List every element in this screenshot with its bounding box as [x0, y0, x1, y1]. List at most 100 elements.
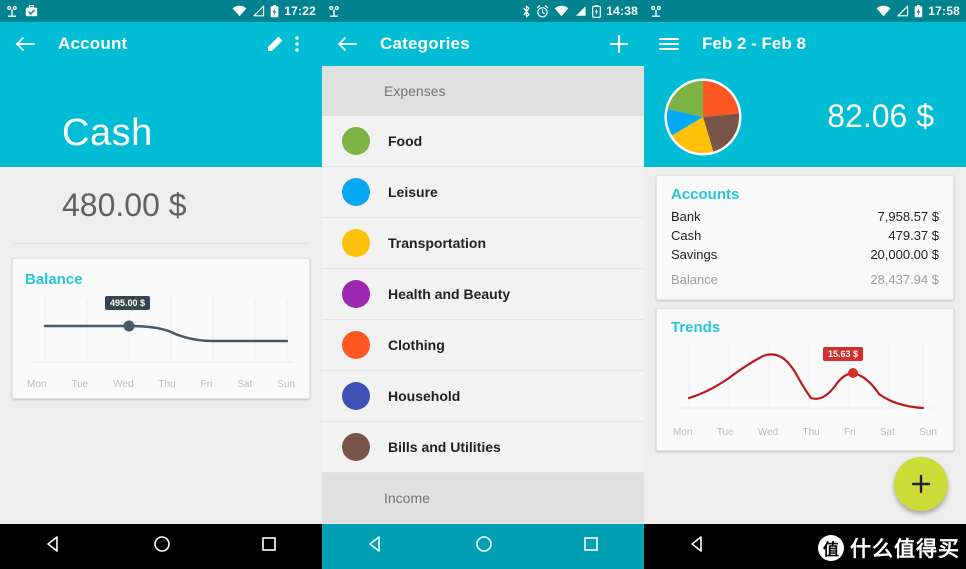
- back-arrow-icon[interactable]: [14, 33, 36, 55]
- account-row-name: Cash: [671, 228, 702, 243]
- battery-charging-icon: [592, 4, 602, 18]
- android-nav-bar: 值 什么值得买: [644, 524, 966, 569]
- page-title: Account: [58, 34, 128, 53]
- wifi-icon: [232, 5, 247, 17]
- app-bar: Account: [0, 22, 322, 66]
- accounts-card[interactable]: Accounts Bank 7,958.57 $ Cash 479.37 $ S…: [656, 175, 954, 300]
- add-transaction-fab[interactable]: [894, 457, 948, 511]
- list-item[interactable]: Food: [322, 116, 644, 167]
- list-item[interactable]: Transportation: [322, 218, 644, 269]
- status-bar-right-icons: 14:38: [522, 4, 638, 18]
- app-bar: Feb 2 - Feb 8: [644, 22, 966, 66]
- section-header-label: Expenses: [384, 83, 446, 99]
- circle-home-icon[interactable]: [153, 535, 171, 558]
- wifi-icon: [554, 5, 569, 17]
- square-recents-icon[interactable]: [261, 536, 277, 557]
- owl-app-icon: [7, 5, 17, 17]
- list-item[interactable]: Leisure: [322, 167, 644, 218]
- x-label-mon: Mon: [673, 427, 693, 438]
- account-row-value: 479.37 $: [888, 228, 939, 243]
- category-color-dot: [342, 382, 370, 410]
- square-recents-icon[interactable]: [583, 536, 599, 557]
- list-item[interactable]: Household: [322, 371, 644, 422]
- category-label: Transportation: [388, 235, 487, 251]
- back-arrow-icon[interactable]: [336, 33, 358, 55]
- category-label: Clothing: [388, 337, 445, 353]
- site-watermark: 值 什么值得买: [818, 533, 960, 563]
- account-row-value: 7,958.57 $: [877, 209, 939, 224]
- balance-chart[interactable]: 495.00 $: [25, 292, 297, 375]
- balance-chart-x-labels: Mon Tue Wed Thu Fri Sat Sun: [25, 375, 297, 392]
- more-vert-icon[interactable]: [286, 33, 308, 55]
- triangle-back-icon[interactable]: [367, 535, 385, 558]
- account-row: Savings 20,000.00 $: [671, 245, 939, 264]
- wifi-icon: [876, 5, 891, 17]
- trends-chart-tooltip: 15.63 $: [823, 347, 864, 361]
- section-header-label: Income: [384, 490, 430, 506]
- overview-summary: 82.06 $: [644, 66, 966, 167]
- status-bar-clock: 17:58: [928, 4, 960, 18]
- status-bar-left-icons: [6, 5, 38, 18]
- accounts-balance-row: Balance 28,437.94 $: [671, 264, 939, 289]
- trends-card[interactable]: Trends 15.63 $ Mon Tue Wed Thu Fri Sat S…: [656, 308, 954, 451]
- trends-chart-x-labels: Mon Tue Wed Thu Fri Sat Sun: [671, 423, 939, 440]
- triangle-back-icon[interactable]: [45, 535, 63, 558]
- category-color-dot: [342, 331, 370, 359]
- screenshot-triptych: 17:22 Account Cash 480.00 $ Balance 495.…: [0, 0, 966, 569]
- accounts-balance-label: Balance: [671, 272, 718, 287]
- alarm-icon: [537, 4, 549, 18]
- category-color-dot: [342, 178, 370, 206]
- hamburger-menu-icon[interactable]: [658, 33, 680, 55]
- watermark-text: 什么值得买: [850, 537, 960, 561]
- trends-chart-point[interactable]: [848, 368, 858, 378]
- accounts-balance-value: 28,437.94 $: [870, 272, 939, 287]
- status-bar: 17:22: [0, 0, 322, 22]
- list-item[interactable]: Health and Beauty: [322, 269, 644, 320]
- screen-overview: 17:58 Feb 2 - Feb 8 82.06 $ Accounts Ban…: [644, 0, 966, 569]
- status-bar-left-icons: [328, 5, 340, 18]
- balance-chart-point[interactable]: [123, 320, 135, 332]
- category-color-dot: [342, 127, 370, 155]
- category-label: Bills and Utilities: [388, 439, 501, 455]
- section-header-expenses: Expenses: [322, 66, 644, 116]
- pencil-icon[interactable]: [264, 33, 286, 55]
- list-item[interactable]: Bills and Utilities: [322, 422, 644, 473]
- x-label-tue: Tue: [71, 379, 89, 390]
- account-name: Cash: [62, 112, 153, 154]
- account-row-name: Savings: [671, 247, 718, 262]
- android-nav-bar: [0, 524, 322, 569]
- accounts-card-title: Accounts: [671, 186, 740, 203]
- section-header-income: Income: [322, 473, 644, 523]
- category-label: Food: [388, 133, 423, 149]
- signal-icon: [576, 6, 586, 16]
- category-color-dot: [342, 229, 370, 257]
- pie-slice-clothing: [703, 80, 739, 117]
- x-label-mon: Mon: [27, 379, 47, 390]
- screen-categories: 14:38 Categories Expenses Food Leisure T…: [322, 0, 644, 569]
- category-color-dot: [342, 433, 370, 461]
- trends-chart[interactable]: 15.63 $: [671, 340, 939, 423]
- plus-icon[interactable]: [608, 33, 630, 55]
- owl-app-icon: [651, 5, 661, 17]
- android-nav-bar: [322, 524, 644, 569]
- status-bar: 17:58: [644, 0, 966, 22]
- expenses-pie-chart[interactable]: [662, 76, 744, 158]
- signal-icon: [253, 5, 265, 17]
- triangle-back-icon[interactable]: [689, 535, 707, 558]
- category-color-dot: [342, 280, 370, 308]
- watermark-logo-icon: 值: [818, 535, 844, 561]
- battery-charging-icon: [270, 4, 279, 17]
- balance-card[interactable]: Balance 495.00 $ Mon Tue Wed Thu Fri Sat…: [12, 258, 310, 399]
- x-label-sun: Sun: [919, 427, 937, 438]
- circle-home-icon[interactable]: [475, 535, 493, 558]
- balance-chart-tooltip: 495.00 $: [105, 296, 151, 310]
- x-label-fri: Fri: [843, 427, 856, 438]
- status-bar-clock: 14:38: [606, 4, 638, 18]
- signal-icon: [897, 5, 909, 17]
- account-row: Bank 7,958.57 $: [671, 207, 939, 226]
- period-total: 82.06 $: [827, 98, 934, 134]
- x-label-sat: Sat: [879, 427, 895, 438]
- screen-account: 17:22 Account Cash 480.00 $ Balance 495.…: [0, 0, 322, 569]
- category-label: Leisure: [388, 184, 438, 200]
- list-item[interactable]: Clothing: [322, 320, 644, 371]
